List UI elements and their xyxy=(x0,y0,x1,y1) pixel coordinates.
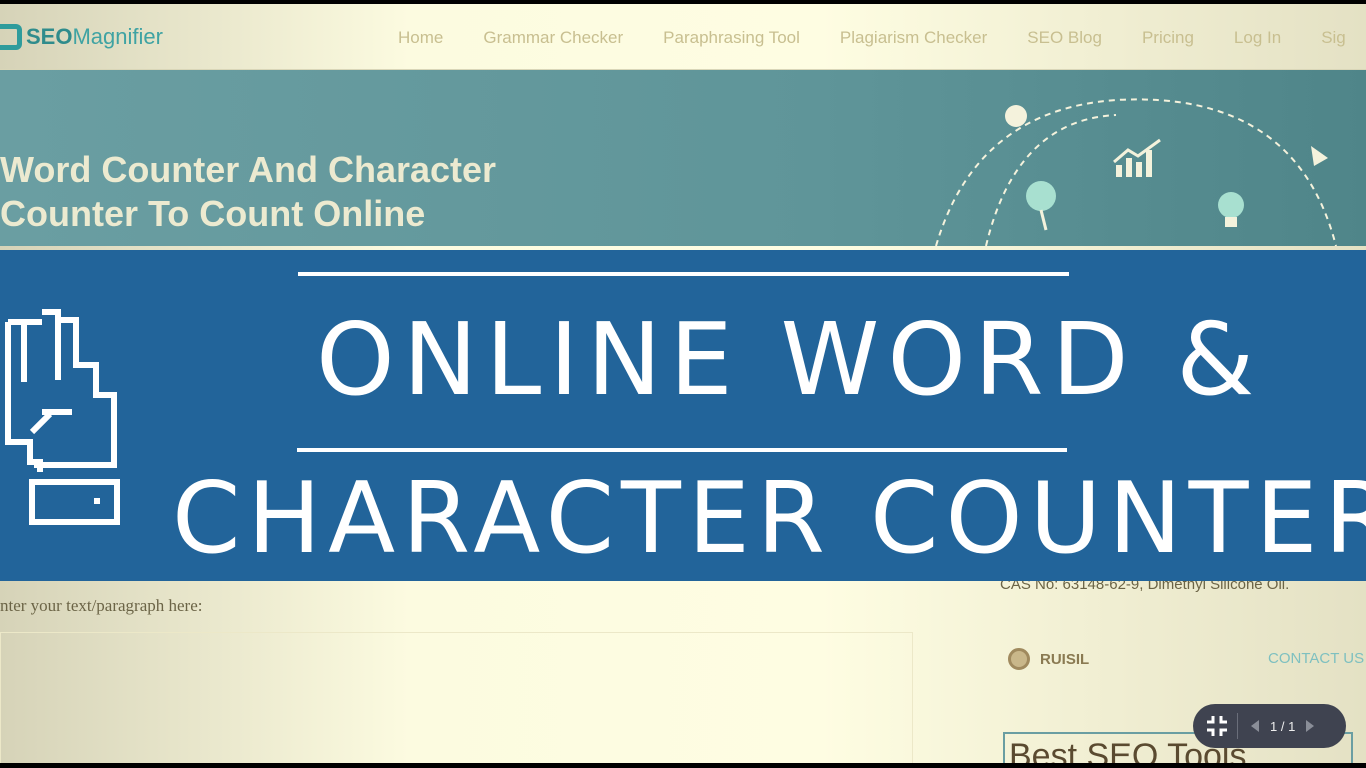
lightbulb-icon xyxy=(1218,192,1244,227)
nav-plagiarism-checker[interactable]: Plagiarism Checker xyxy=(840,28,987,48)
nav-home[interactable]: Home xyxy=(398,28,443,48)
title-banner: ONLINE WORD & CHARACTER COUNTER xyxy=(0,250,1366,581)
banner-line1: ONLINE WORD & xyxy=(316,301,1263,418)
viewer-toolbar: 1 / 1 xyxy=(1193,704,1346,748)
contact-us-link[interactable]: CONTACT US xyxy=(1268,650,1364,667)
nav-seo-blog[interactable]: SEO Blog xyxy=(1027,28,1102,48)
globe-icon xyxy=(1008,648,1030,670)
exit-fullscreen-icon xyxy=(1207,716,1227,736)
toolbar-divider xyxy=(1237,713,1238,739)
chevron-right-icon xyxy=(1306,720,1315,732)
ad-brand-name: RUISIL xyxy=(1040,650,1090,668)
page-indicator: 1 / 1 xyxy=(1270,718,1296,734)
hero-illustration xyxy=(935,98,1337,246)
logo[interactable]: SEOMagnifier xyxy=(0,24,163,50)
middle-rule xyxy=(297,448,1067,452)
pixel-hand-icon xyxy=(5,309,120,525)
input-label: nter your text/paragraph here: xyxy=(0,596,203,615)
logo-light: Magnifier xyxy=(72,24,163,49)
chevron-left-icon xyxy=(1251,720,1259,732)
nav-signup[interactable]: Sig xyxy=(1321,28,1346,48)
nav-login[interactable]: Log In xyxy=(1234,28,1281,48)
hero-title: Word Counter And Character Counter To Co… xyxy=(0,148,600,236)
pin-icon xyxy=(1026,181,1056,211)
top-rule xyxy=(298,272,1069,276)
hero-title-line2: Counter To Count Online xyxy=(0,193,426,234)
hero-title-line1: Word Counter And Character xyxy=(0,149,497,190)
nav-grammar-checker[interactable]: Grammar Checker xyxy=(483,28,623,48)
text-input-area[interactable] xyxy=(0,632,913,763)
nav-pricing[interactable]: Pricing xyxy=(1142,28,1194,48)
dot-icon xyxy=(1005,105,1027,127)
exit-fullscreen-button[interactable] xyxy=(1205,714,1229,738)
magnifier-logo-icon xyxy=(0,24,22,50)
banner-line2: CHARACTER COUNTER xyxy=(172,462,1366,576)
nav-paraphrasing-tool[interactable]: Paraphrasing Tool xyxy=(663,28,800,48)
logo-bold: SEO xyxy=(26,24,73,49)
previous-page-button[interactable] xyxy=(1250,720,1260,732)
ad-brand[interactable]: RUISIL xyxy=(1008,648,1089,670)
play-icon xyxy=(1311,146,1328,166)
hero-section: Word Counter And Character Counter To Co… xyxy=(0,70,1366,246)
site-navbar: SEOMagnifier Home Grammar Checker Paraph… xyxy=(0,4,1366,70)
next-page-button[interactable] xyxy=(1305,720,1315,732)
